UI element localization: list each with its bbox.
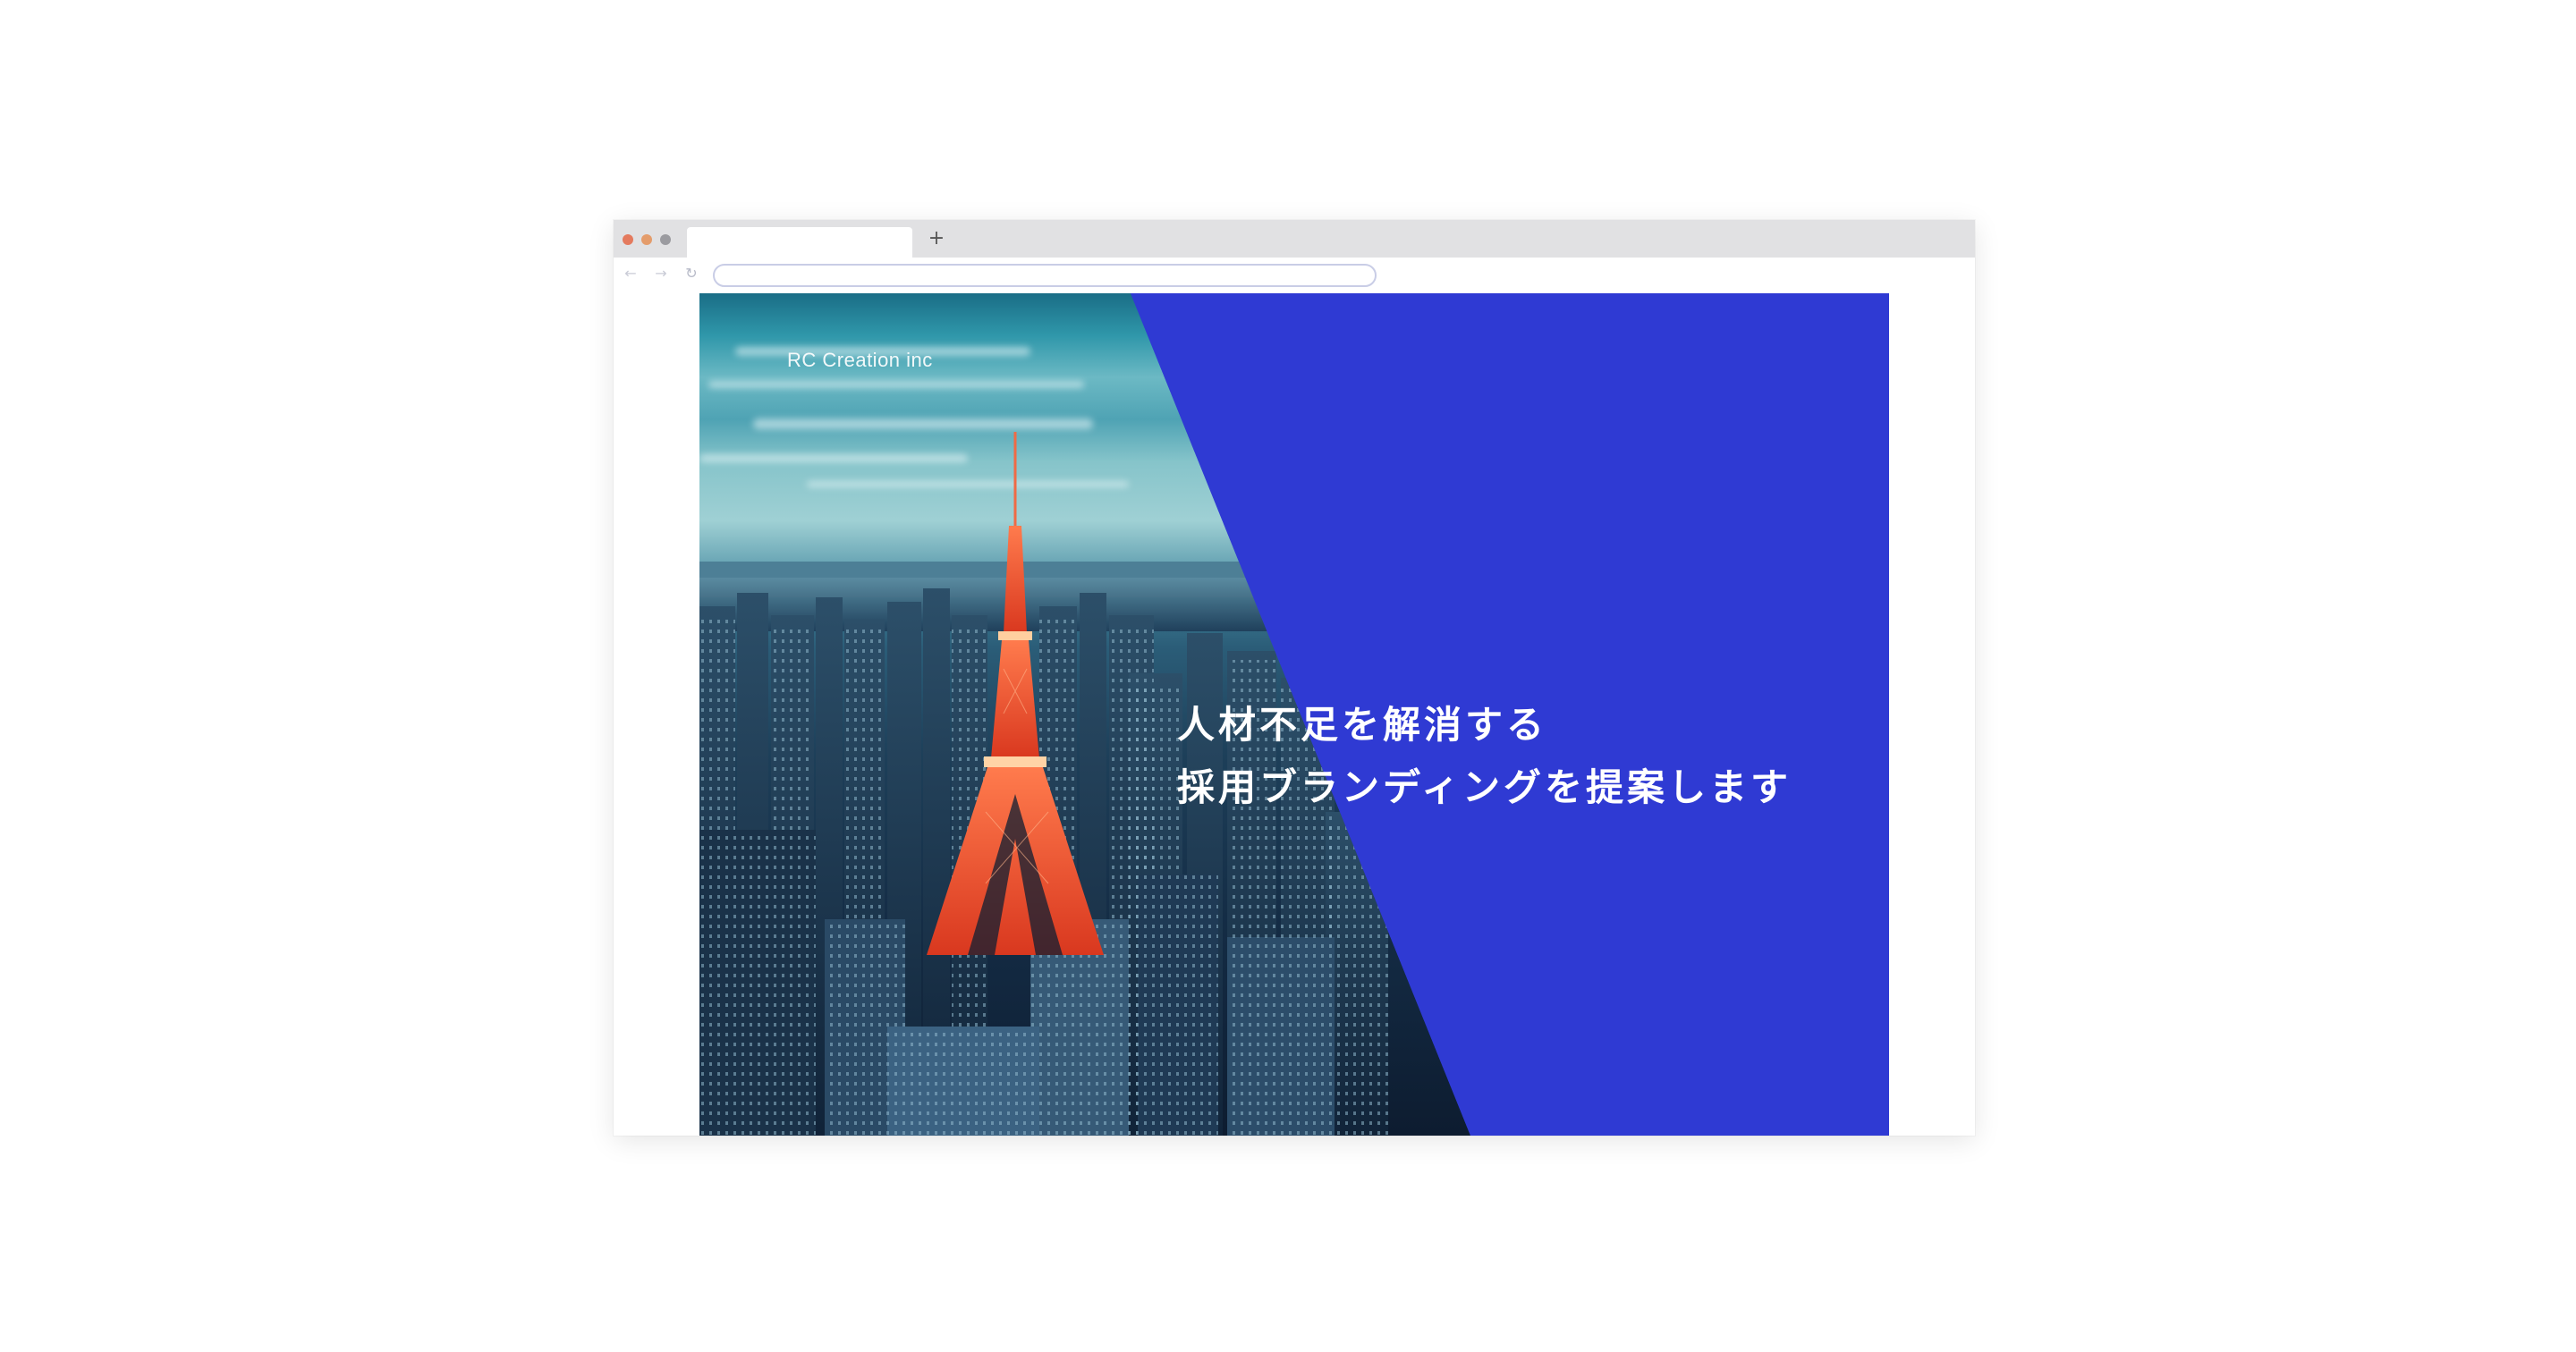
browser-window: + ← → ↻ RC Creation inc 人材不足を解消する 採用ブランデ… bbox=[614, 220, 1975, 1136]
maximize-window-button[interactable] bbox=[660, 234, 671, 245]
reload-icon[interactable]: ↻ bbox=[681, 263, 702, 284]
tab-bar: + bbox=[614, 220, 1975, 258]
close-window-button[interactable] bbox=[623, 234, 633, 245]
browser-tab[interactable] bbox=[687, 227, 912, 258]
forward-arrow-icon[interactable]: → bbox=[650, 263, 672, 284]
hero-headline: 人材不足を解消する 採用ブランディングを提案します bbox=[1177, 694, 1792, 819]
browser-toolbar: ← → ↻ bbox=[614, 258, 1975, 292]
headline-line-2: 採用ブランディングを提案します bbox=[1177, 765, 1792, 809]
minimize-window-button[interactable] bbox=[641, 234, 652, 245]
new-tab-plus-icon[interactable]: + bbox=[925, 227, 948, 250]
page-viewport: RC Creation inc 人材不足を解消する 採用ブランディングを提案しま… bbox=[699, 293, 1889, 1136]
headline-line-1: 人材不足を解消する bbox=[1177, 703, 1548, 747]
address-bar[interactable] bbox=[713, 264, 1377, 287]
back-arrow-icon[interactable]: ← bbox=[620, 263, 641, 284]
company-logo[interactable]: RC Creation inc bbox=[787, 349, 933, 372]
